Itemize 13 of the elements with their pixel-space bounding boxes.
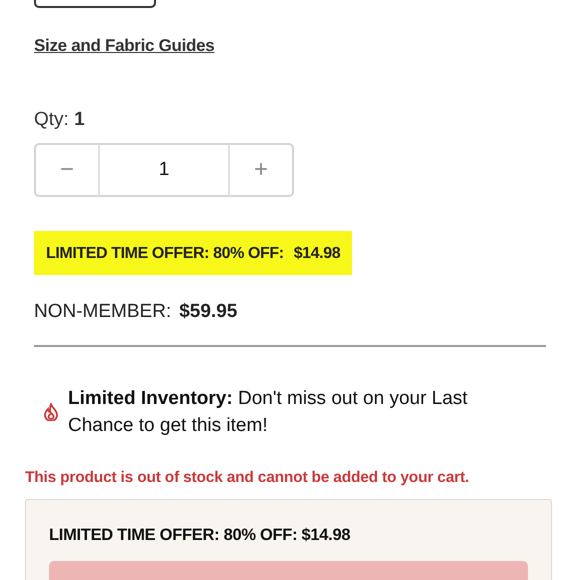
decrease-button[interactable]: −: [34, 143, 98, 197]
quantity-label: Qty: 1: [34, 109, 85, 131]
offer-label: LIMITED TIME OFFER: 80% OFF:: [46, 245, 284, 263]
quantity-field[interactable]: 1: [98, 143, 230, 197]
card-offer-text: LIMITED TIME OFFER: 80% OFF: $14.98: [49, 526, 352, 545]
out-of-stock-message: This product is out of stock and cannot be added to your cart.: [25, 469, 470, 487]
offer-price: $14.98: [294, 245, 340, 263]
non-member-label: NON-MEMBER:: [34, 301, 172, 323]
increase-button[interactable]: +: [230, 143, 294, 197]
flame-icon: [44, 403, 58, 421]
inventory-notice: Limited Inventory: Don't miss out on your Last Chance to get this item!: [68, 387, 469, 438]
size-guide-link[interactable]: Size and Fabric Guides: [34, 36, 214, 56]
non-member-price: $59.95: [179, 301, 238, 323]
